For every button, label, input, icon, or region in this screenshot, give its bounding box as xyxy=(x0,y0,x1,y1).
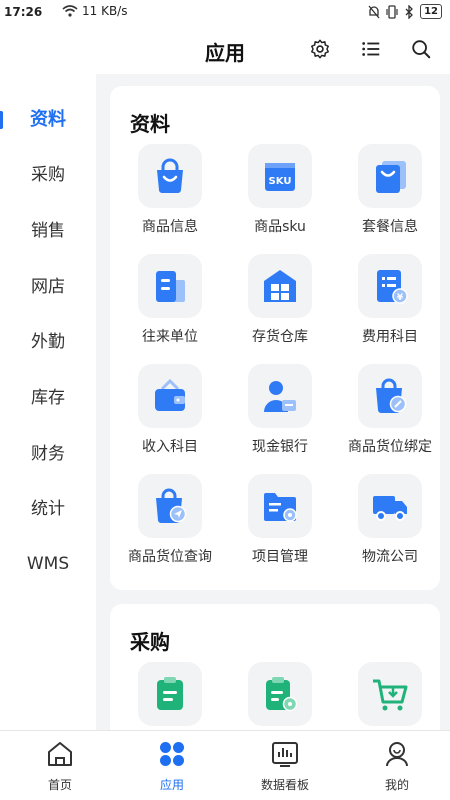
section-title: 资料 xyxy=(130,112,170,136)
app-header: 应用 xyxy=(0,26,450,74)
warehouse-icon xyxy=(264,270,296,302)
app-item-purchase-3[interactable] xyxy=(335,662,445,730)
cart-download-icon xyxy=(373,679,408,711)
app-item-goods-location-bind[interactable]: 商品货位绑定 xyxy=(335,364,445,464)
wifi-icon xyxy=(62,5,78,17)
clipboard-icon xyxy=(157,677,183,710)
app-item-label: 往来单位 xyxy=(142,329,198,345)
app-item-goods-info[interactable]: 商品信息 xyxy=(115,144,225,244)
search-icon[interactable] xyxy=(410,38,432,60)
network-status: 11 KB/s xyxy=(62,4,127,18)
sidebar-item-waiqin[interactable]: 外勤 xyxy=(0,327,96,357)
sidebar-item-tongji[interactable]: 统计 xyxy=(0,494,96,524)
main-content: 资料 商品信息 SKU 商品sku 套餐信息 往来单位 存货仓库 ¥ 费用科目 … xyxy=(96,74,450,730)
category-sidebar: 资料 采购 销售 网店 外勤 库存 财务 统计 WMS xyxy=(0,74,96,730)
sku-icon-text: SKU xyxy=(269,176,292,187)
app-item-purchase-2[interactable] xyxy=(225,662,335,730)
shopping-bag-icon xyxy=(157,158,183,193)
tab-label: 我的 xyxy=(384,778,409,792)
sidebar-item-caigou[interactable]: 采购 xyxy=(0,160,96,190)
wallet-icon xyxy=(155,378,185,411)
net-speed: 11 KB/s xyxy=(82,4,128,18)
bag-link-icon xyxy=(376,378,407,413)
tab-apps[interactable]: 应用 xyxy=(117,739,227,793)
svg-text:¥: ¥ xyxy=(397,293,404,303)
bank-user-icon xyxy=(264,381,296,412)
bag-send-icon xyxy=(156,488,187,523)
bluetooth-icon xyxy=(405,4,413,19)
app-item-label: 存货仓库 xyxy=(252,329,308,345)
clipboard-gear-icon xyxy=(266,677,298,712)
tab-label: 应用 xyxy=(159,778,184,792)
tab-mine[interactable]: 我的 xyxy=(342,739,450,793)
app-item-label: 费用科目 xyxy=(362,329,418,345)
sku-icon: SKU xyxy=(265,163,295,191)
sidebar-item-kucun[interactable]: 库存 xyxy=(0,383,96,413)
app-item-contacts[interactable]: 往来单位 xyxy=(115,254,225,354)
section-card-ziliao: 资料 商品信息 SKU 商品sku 套餐信息 往来单位 存货仓库 ¥ 费用科目 … xyxy=(110,86,440,590)
page-title: 应用 xyxy=(205,41,245,65)
tab-label: 首页 xyxy=(47,778,72,792)
app-item-goods-sku[interactable]: SKU 商品sku xyxy=(225,144,335,244)
app-item-expense-subject[interactable]: ¥ 费用科目 xyxy=(335,254,445,354)
app-item-cash-bank[interactable]: 现金银行 xyxy=(225,364,335,464)
profile-icon xyxy=(386,742,408,767)
stacked-bags-icon xyxy=(376,161,406,193)
app-item-logistics-company[interactable]: 物流公司 xyxy=(335,474,445,574)
gear-icon[interactable] xyxy=(309,38,331,60)
app-item-warehouse[interactable]: 存货仓库 xyxy=(225,254,335,354)
tab-dashboard[interactable]: 数据看板 xyxy=(230,739,340,793)
dashboard-icon xyxy=(272,742,298,767)
sidebar-item-wangdian[interactable]: 网店 xyxy=(0,272,96,302)
app-item-label: 项目管理 xyxy=(252,549,308,565)
apps-icon xyxy=(160,742,184,766)
app-item-label: 商品货位绑定 xyxy=(348,439,432,455)
folder-gear-icon xyxy=(264,493,297,522)
app-item-project-manage[interactable]: 项目管理 xyxy=(225,474,335,574)
truck-icon xyxy=(373,496,407,521)
battery-level: 12 xyxy=(420,4,442,19)
app-item-label: 物流公司 xyxy=(362,549,418,565)
app-item-label: 商品信息 xyxy=(142,219,198,235)
status-bar: 17:26 11 KB/s 12 xyxy=(0,0,450,26)
app-item-label: 商品sku xyxy=(254,219,306,235)
app-item-goods-location-query[interactable]: 商品货位查询 xyxy=(115,474,225,574)
bottom-tab-bar: 首页 应用 数据看板 我的 xyxy=(0,730,450,800)
app-item-package-info[interactable]: 套餐信息 xyxy=(335,144,445,244)
status-time: 17:26 xyxy=(4,5,43,19)
tab-label: 数据看板 xyxy=(260,778,309,792)
expense-doc-icon: ¥ xyxy=(377,270,408,304)
list-icon[interactable] xyxy=(360,38,382,60)
sidebar-item-caiwu[interactable]: 财务 xyxy=(0,439,96,469)
app-item-label: 现金银行 xyxy=(252,439,308,455)
section-title: 采购 xyxy=(130,630,170,654)
building-icon xyxy=(156,271,185,302)
section-card-caigou: 采购 xyxy=(110,604,440,730)
tab-home[interactable]: 首页 xyxy=(5,739,115,793)
sidebar-item-ziliao[interactable]: 资料 xyxy=(0,105,96,135)
app-item-label: 收入科目 xyxy=(142,439,198,455)
home-icon xyxy=(48,742,72,766)
app-item-purchase-1[interactable] xyxy=(115,662,225,730)
sidebar-item-wms[interactable]: WMS xyxy=(0,549,96,579)
mute-bell-icon xyxy=(368,5,380,18)
app-item-label: 商品货位查询 xyxy=(128,549,212,565)
sidebar-item-xiaoshou[interactable]: 销售 xyxy=(0,216,96,246)
app-item-label: 套餐信息 xyxy=(362,219,418,235)
app-item-income-subject[interactable]: 收入科目 xyxy=(115,364,225,464)
vibrate-icon xyxy=(386,4,398,19)
